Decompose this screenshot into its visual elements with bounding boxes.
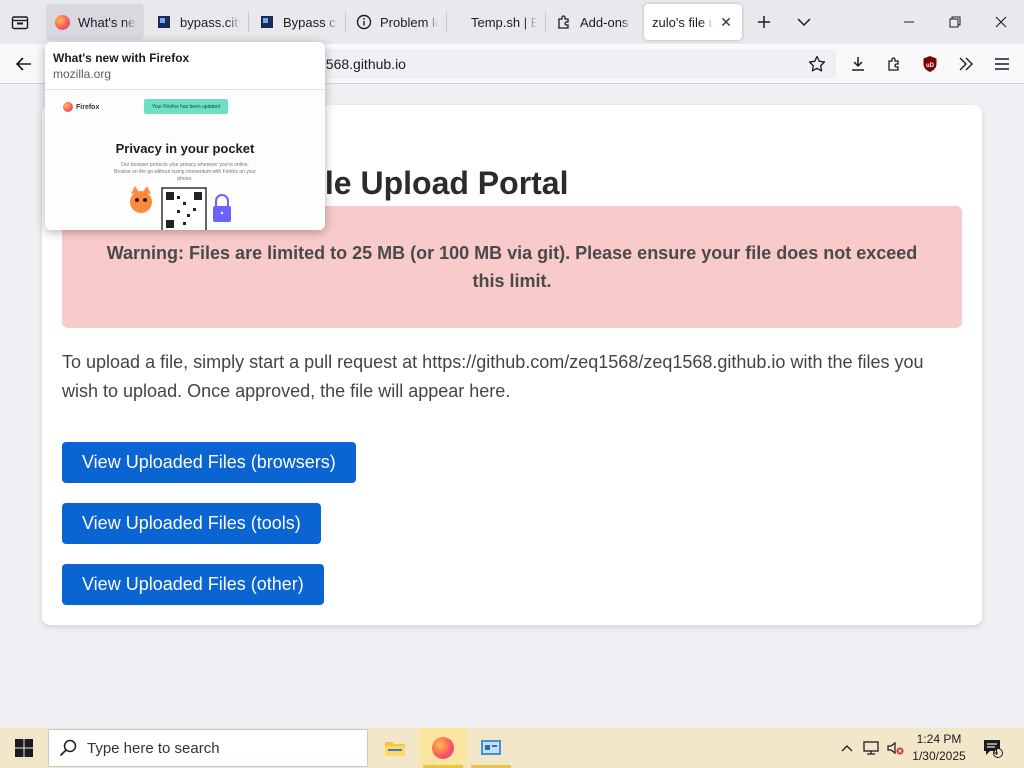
tab-bar: What's new with Firefox bypass.city Bypa… [0,0,1024,44]
preview-title: What's new with Firefox [53,51,190,65]
bookmark-star-icon[interactable] [808,55,826,76]
taskbar-search-box[interactable]: Type here to search [48,729,368,767]
tab-zulo-file-upload[interactable]: zulo's file upload ✕ [644,4,742,40]
tab-separator [446,12,447,32]
tab-whats-new[interactable]: What's new with Firefox [46,4,144,40]
taskbar-file-explorer[interactable] [371,728,419,768]
tab-bypass-connectivity[interactable]: Bypass connectivity [251,4,345,40]
volume-button[interactable] [884,728,906,768]
restore-button[interactable] [932,0,978,44]
search-icon [59,739,77,757]
puzzle-icon [556,14,572,30]
tab-close-icon[interactable]: ✕ [718,14,734,30]
tab-separator [345,12,346,32]
ublock-shield-icon: uD [923,56,937,72]
view-files-tools-button[interactable]: View Uploaded Files (tools) [62,503,321,544]
list-all-tabs-button[interactable] [784,4,824,40]
tab-hover-preview: What's new with Firefox mozilla.org Fire… [45,42,325,230]
close-window-button[interactable] [978,0,1024,44]
show-hidden-icons-button[interactable] [836,728,858,768]
preview-thumbnail: Firefox Your Firefox has been updated Pr… [45,89,325,230]
tab-label: bypass.city [180,14,240,30]
upload-instructions: To upload a file, simply start a pull re… [62,352,924,401]
hamburger-menu-icon [995,58,1009,70]
preview-url: mozilla.org [53,67,112,81]
warning-label: Warning: [106,243,185,263]
tab-separator [545,12,546,32]
tab-label: zulo's file upload [652,14,714,30]
double-chevron-right-icon [959,57,973,71]
page-title: ile Upload Portal [316,165,569,201]
puzzle-icon [888,57,899,71]
control-panel-icon [481,740,501,755]
url-text: 1568.github.io [318,56,406,72]
search-placeholder: Type here to search [87,739,220,757]
action-center-button[interactable]: 4 [980,728,1006,768]
windows-taskbar: Type here to search 1:24 PM 1/30/2025 4 [0,728,1024,768]
tab-label: Add-ons Manager [580,14,632,30]
more-tools-button[interactable] [950,48,982,80]
chevron-up-icon [841,745,853,752]
tab-label: Problem loading page [380,14,438,30]
minimize-button[interactable] [886,0,932,44]
tab-separator [248,12,249,32]
site-favicon-icon [259,14,275,30]
thumbnail-badge: Your Firefox has been updated [144,99,228,114]
firefox-view-icon [11,16,29,30]
chevron-down-icon [797,18,811,27]
svg-text:uD: uD [926,63,935,69]
tab-label: What's new with Firefox [78,14,136,30]
tab-temp-sh[interactable]: Temp.sh | Bootstrap [449,4,545,40]
taskbar-control-panel[interactable] [467,728,515,768]
tab-label: Bypass connectivity [283,14,337,30]
info-circle-icon [356,14,372,30]
ublock-origin-button[interactable]: uD [914,48,946,80]
network-button[interactable] [860,728,882,768]
network-icon [863,741,879,755]
taskbar-firefox[interactable] [419,728,467,768]
tab-bypass-city[interactable]: bypass.city [148,4,248,40]
firefox-icon [54,14,70,30]
clock-time: 1:24 PM [916,732,962,746]
warning-text: Warning: Files are limited to 25 MB (or … [106,243,918,291]
start-button[interactable] [0,728,48,768]
close-icon [995,16,1007,28]
volume-muted-icon [887,741,904,755]
arrow-left-icon [16,57,31,71]
downloads-button[interactable] [842,48,874,80]
plus-icon [758,16,770,28]
thumbnail-heading: Privacy in your pocket [115,141,255,156]
taskbar-clock[interactable]: 1:24 PM 1/30/2025 [906,731,972,765]
view-files-browsers-button[interactable]: View Uploaded Files (browsers) [62,442,356,483]
restore-icon [949,16,961,28]
thumbnail-subtext: Our browser protects your privacy wherev… [113,162,256,182]
site-favicon-icon [156,14,172,30]
download-icon [852,57,864,71]
tab-problem-loading[interactable]: Problem loading page [348,4,446,40]
tab-addons-manager[interactable]: Add-ons Manager [548,4,640,40]
app-menu-button[interactable] [986,48,1018,80]
new-tab-button[interactable] [744,4,784,40]
folder-icon [385,742,405,756]
firefox-icon [63,102,73,112]
tab-label: Temp.sh | Bootstrap [471,14,537,30]
notification-count: 4 [993,747,999,757]
back-button[interactable] [8,48,40,80]
thumbnail-logo: Firefox [63,102,99,112]
view-files-other-button[interactable]: View Uploaded Files (other) [62,564,324,605]
firefox-icon [432,737,454,759]
thumbnail-illustration [130,186,231,230]
minimize-icon [904,21,914,23]
windows-logo-icon [15,739,33,757]
toolbar-right: uD [838,48,1018,80]
firefox-view-button[interactable] [0,0,40,44]
clock-date: 1/30/2025 [912,749,966,763]
extensions-button[interactable] [878,48,910,80]
